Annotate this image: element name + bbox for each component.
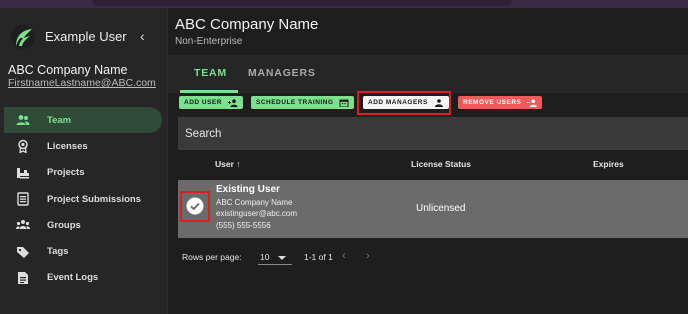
rows-per-page-value: 10 (260, 252, 270, 262)
table-header: User ↑ License Status Expires (178, 156, 688, 172)
remove-users-button[interactable]: REMOVE USERS (458, 96, 543, 109)
active-tab-indicator (180, 90, 238, 93)
browser-tab-bar (0, 0, 688, 8)
event-logs-icon (16, 271, 30, 285)
tab-team[interactable]: TEAM (194, 67, 227, 79)
highlight-box-add-managers (357, 91, 451, 115)
chevron-left-icon[interactable]: ‹ (342, 250, 346, 262)
pagination-range: 1-1 of 1 (304, 252, 333, 262)
tab-bar: TEAM MANAGERS (168, 55, 688, 93)
sidebar-item-label: Groups (47, 219, 81, 231)
sidebar-item-groups[interactable]: Groups (0, 212, 168, 238)
person-add-icon (227, 98, 238, 107)
submissions-icon (16, 192, 30, 206)
user-phone-cell: (555) 555-5556 (216, 221, 271, 230)
sidebar: Example User ‹ ABC Company Name Firstnam… (0, 8, 168, 314)
chevron-right-icon[interactable]: › (366, 250, 370, 262)
checked-circle-icon[interactable] (185, 196, 205, 216)
sidebar-item-licenses[interactable]: Licenses (0, 133, 168, 159)
table-row[interactable]: Existing User ABC Company Name existingu… (178, 180, 688, 238)
sidebar-item-project-submissions[interactable]: Project Submissions (0, 186, 168, 212)
chevron-left-icon[interactable]: ‹ (140, 28, 145, 44)
license-status-cell: Unlicensed (416, 203, 466, 214)
schedule-training-label: SCHEDULE TRAINING (256, 99, 334, 106)
sidebar-item-event-logs[interactable]: Event Logs (0, 265, 168, 291)
add-user-button[interactable]: ADD USER (179, 96, 243, 109)
sidebar-item-label: Tags (47, 246, 69, 258)
rows-per-page-label: Rows per page: (182, 252, 242, 262)
sidebar-item-projects[interactable]: Projects (0, 160, 168, 186)
calendar-icon (339, 99, 349, 107)
remove-users-label: REMOVE USERS (463, 99, 522, 106)
column-header-expires[interactable]: Expires (593, 159, 624, 169)
person-remove-icon (527, 98, 538, 107)
user-email-cell: existinguser@abc.com (216, 209, 298, 218)
sidebar-email-link[interactable]: FirstnameLastname@ABC.com (8, 77, 156, 89)
add-user-label: ADD USER (184, 99, 222, 106)
column-header-label: User (215, 159, 234, 169)
main-content: ABC Company Name Non-Enterprise TEAM MAN… (168, 8, 688, 314)
team-icon (16, 113, 30, 127)
search-input[interactable]: Search (178, 117, 688, 150)
sidebar-item-label: Project Submissions (47, 193, 141, 205)
sidebar-item-label: Projects (47, 167, 85, 179)
rows-per-page-select[interactable]: 10 (258, 252, 292, 265)
logo-icon (10, 24, 36, 50)
sort-ascending-icon: ↑ (236, 159, 241, 169)
sidebar-item-label: Licenses (47, 140, 88, 152)
projects-icon (16, 166, 30, 180)
sidebar-item-label: Team (47, 114, 72, 126)
tags-icon (16, 245, 30, 259)
column-header-license-status[interactable]: License Status (411, 159, 471, 169)
caret-down-icon (278, 256, 286, 260)
sidebar-item-label: Event Logs (47, 272, 99, 284)
sidebar-nav: Team Licenses Projects Project Submissio… (0, 107, 168, 291)
sidebar-item-team[interactable]: Team (4, 107, 162, 134)
groups-icon (16, 218, 30, 232)
license-icon (16, 139, 30, 155)
column-header-user[interactable]: User ↑ (215, 159, 241, 169)
page-subtitle: Non-Enterprise (175, 36, 243, 47)
user-name-cell: Existing User (216, 184, 280, 195)
current-user-name: Example User (45, 29, 127, 44)
sidebar-item-tags[interactable]: Tags (0, 238, 168, 264)
browser-tab[interactable] (92, 0, 512, 6)
schedule-training-button[interactable]: SCHEDULE TRAINING (251, 96, 355, 109)
page-title: ABC Company Name (175, 16, 319, 33)
tab-managers[interactable]: MANAGERS (248, 67, 316, 79)
user-company-cell: ABC Company Name (216, 198, 293, 207)
sidebar-company-name: ABC Company Name (8, 63, 128, 77)
